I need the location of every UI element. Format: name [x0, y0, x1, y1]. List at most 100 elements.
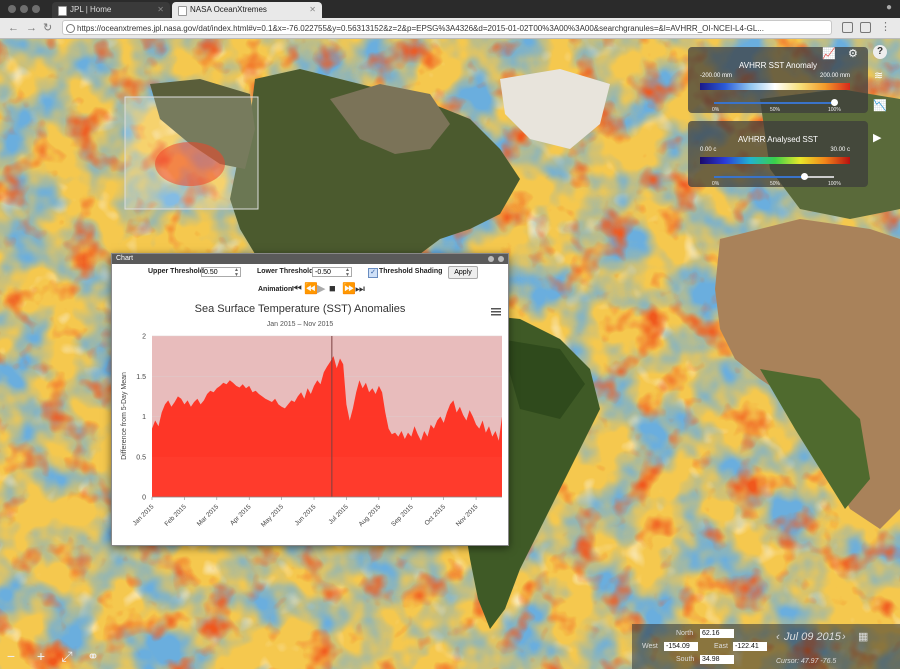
stepper-icon[interactable]: ▲ ▼ [234, 268, 239, 278]
browser-tab-bar: JPL | Home ✕ NASA OceanXtremes ✕ ● [0, 0, 900, 18]
lower-threshold-label: Lower Threshold [257, 268, 314, 275]
stop-icon[interactable]: ■ [329, 284, 336, 295]
east-value-field[interactable]: -122.41 [733, 642, 767, 651]
y-tick-label: 1 [142, 414, 146, 421]
back-button[interactable]: ← [8, 21, 19, 35]
map-controls: − + ⤢ ⚭ [0, 645, 110, 669]
address-bar[interactable]: https://oceanxtremes.jpl.nasa.gov/dat/in… [62, 20, 832, 35]
north-value-field[interactable]: 62.16 [700, 629, 734, 638]
x-tick-label: Aug 2015 [358, 503, 383, 528]
zoom-out-button[interactable]: − [2, 647, 20, 665]
lower-threshold-input[interactable]: -0.50 ▲ ▼ [312, 267, 352, 278]
upper-threshold-input[interactable]: 0.50 ▲ ▼ [201, 267, 241, 278]
camera-icon[interactable]: ▶ [873, 131, 881, 144]
lower-threshold-value: -0.50 [315, 269, 331, 276]
calendar-icon[interactable]: ▦ [858, 630, 868, 643]
rewind-icon[interactable]: ⏪ [304, 284, 318, 295]
skip-to-start-icon[interactable]: ⏮ [292, 284, 302, 295]
colorbar-min-label: 0.00 c [700, 147, 717, 153]
tab-label: NASA OceanXtremes [190, 5, 267, 14]
tab-jpl-home[interactable]: JPL | Home ✕ [52, 2, 170, 18]
upper-threshold-label: Upper Threshold [148, 268, 205, 275]
fast-forward-icon[interactable]: ⏩ [342, 284, 356, 295]
chart-window-title: Chart [116, 255, 134, 262]
opacity-slider-handle[interactable] [801, 173, 808, 180]
opacity-slider[interactable] [714, 99, 838, 106]
opacity-slider-fill [714, 176, 804, 178]
y-axis-label: Difference from 5-Day Mean [121, 372, 128, 460]
window-zoom-button[interactable] [32, 5, 40, 13]
reload-button[interactable]: ↻ [43, 21, 52, 35]
colorbar-max-label: 200.00 mm [819, 73, 850, 79]
profile-icon[interactable]: ● [886, 2, 892, 13]
slider-tick-label: 100% [828, 181, 841, 187]
apply-button[interactable]: Apply [448, 266, 478, 279]
threshold-shading-label: Threshold Shading [379, 268, 443, 275]
x-tick-label: Jul 2015 [328, 503, 351, 526]
y-tick-label: 0.5 [136, 454, 146, 461]
minimize-button[interactable] [488, 256, 494, 262]
opacity-slider-handle[interactable] [831, 99, 838, 106]
gear-icon[interactable]: ⚙ [848, 47, 858, 60]
chart-subtitle: Jan 2015 – Nov 2015 [267, 321, 334, 328]
page-icon [178, 6, 187, 16]
info-icon [66, 24, 75, 33]
zoom-in-button[interactable]: + [32, 647, 50, 665]
x-tick-label: Sep 2015 [390, 503, 415, 528]
browser-toolbar: ← → ↻ https://oceanxtremes.jpl.nasa.gov/… [0, 18, 900, 39]
forward-button[interactable]: → [26, 21, 37, 35]
chart-icon[interactable]: 📈 [822, 47, 836, 60]
skip-to-end-icon[interactable]: ⏭ [355, 284, 365, 295]
question-icon[interactable]: ? [873, 45, 887, 59]
stepper-icon[interactable]: ▲ ▼ [345, 268, 350, 278]
chevron-right-icon[interactable]: › [842, 631, 846, 643]
chart-window: Chart Upper Threshold 0.50 ▲ ▼ Lower Thre… [111, 253, 509, 546]
url-text: https://oceanxtremes.jpl.nasa.gov/dat/in… [77, 24, 764, 33]
fullscreen-icon[interactable]: ⤢ [58, 647, 76, 665]
y-tick-label: 0 [142, 495, 146, 502]
slider-tick-label: 50% [770, 181, 781, 187]
play-icon[interactable]: ▶ [317, 284, 325, 295]
upper-threshold-value: 0.50 [204, 269, 218, 276]
close-icon[interactable]: ✕ [309, 2, 316, 18]
colorbar-max-label: 30.00 c [830, 147, 850, 153]
window-close-button[interactable] [8, 5, 16, 13]
x-tick-label: Jan 2015 [132, 503, 156, 527]
tab-oceanxtremes[interactable]: NASA OceanXtremes ✕ [172, 2, 322, 18]
layer-panel: AVHRR SST Anomaly -200.00 mm 200.00 mm 0… [688, 47, 868, 191]
window-minimize-button[interactable] [20, 5, 28, 13]
south-value-field[interactable]: 34.98 [700, 655, 734, 664]
sst-anomaly-chart: Sea Surface Temperature (SST) Anomalies … [121, 303, 502, 529]
y-tick-label: 2 [142, 334, 146, 341]
x-tick-label: Oct 2015 [423, 503, 447, 527]
east-label: East [714, 643, 729, 650]
x-tick-label: Jun 2015 [294, 503, 318, 527]
y-tick-label: 1.5 [136, 374, 146, 381]
close-icon[interactable]: ✕ [157, 2, 164, 18]
cursor-readout: Cursor: 47.97 -76.5 [776, 658, 837, 665]
cast-icon[interactable] [842, 22, 853, 33]
threshold-shading-checkbox[interactable]: ✓ [368, 268, 378, 278]
north-label: North [676, 630, 694, 637]
chart-window-titlebar[interactable]: Chart [112, 254, 508, 264]
chart-title: Sea Surface Temperature (SST) Anomalies [195, 303, 406, 315]
animation-label: Animation [258, 286, 293, 293]
extension-icon[interactable] [860, 22, 871, 33]
layer-card-sst-anomaly: AVHRR SST Anomaly -200.00 mm 200.00 mm 0… [688, 47, 868, 113]
layer-card-analysed-sst: AVHRR Analysed SST 0.00 c 30.00 c 0% 50%… [688, 121, 868, 187]
date-display[interactable]: Jul 09 2015 [784, 631, 841, 643]
chevron-left-icon[interactable]: ‹ [776, 631, 780, 643]
link-icon[interactable]: ⚭ [84, 647, 102, 665]
slider-tick-label: 0% [712, 107, 720, 113]
close-button[interactable] [498, 256, 504, 262]
layers-icon[interactable]: ≋ [874, 69, 883, 82]
chart-menu-icon[interactable] [491, 308, 501, 316]
chart-icon[interactable]: 📉 [873, 99, 887, 112]
west-value-field[interactable]: -154.09 [664, 642, 698, 651]
south-label: South [676, 656, 695, 663]
opacity-slider-fill [714, 102, 834, 104]
layer-title: AVHRR Analysed SST [738, 135, 818, 144]
bounding-box-panel: North 62.16 West -154.09 East -122.41 So… [632, 624, 900, 669]
opacity-slider[interactable] [714, 173, 834, 180]
menu-icon[interactable]: ⋮ [880, 20, 891, 34]
